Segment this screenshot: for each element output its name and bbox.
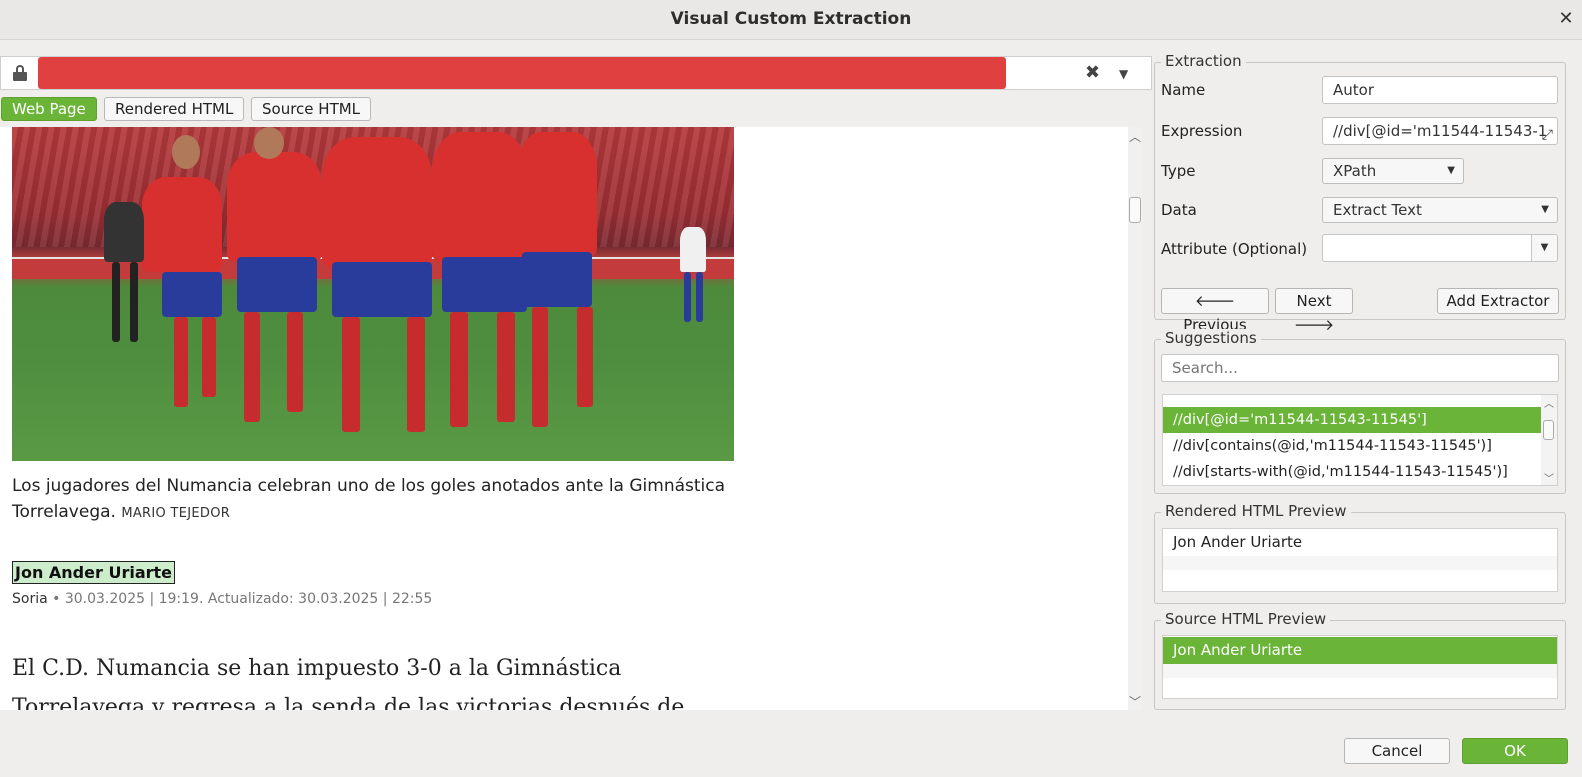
name-label: Name <box>1161 81 1206 99</box>
suggestion-item[interactable]: //div[@id='m11544-11543-11545'] <box>1163 407 1541 433</box>
chevron-down-icon: ▼ <box>1541 204 1549 215</box>
source-preview-legend: Source HTML Preview <box>1161 610 1331 628</box>
attribute-combo[interactable]: ▼ <box>1322 234 1558 262</box>
chevron-down-icon: ▼ <box>1447 165 1455 176</box>
next-button[interactable]: Next 🡒 <box>1275 288 1353 334</box>
data-select[interactable]: Extract Text ▼ <box>1322 197 1558 223</box>
meta-city: Soria <box>12 591 48 607</box>
window-titlebar: Visual Custom Extraction ✕ <box>0 0 1582 40</box>
type-value: XPath <box>1333 162 1377 180</box>
expand-icon[interactable]: ⤢ <box>1542 122 1553 144</box>
window-title: Visual Custom Extraction <box>670 9 912 29</box>
scroll-thumb[interactable] <box>1543 420 1554 440</box>
scroll-down-icon[interactable]: ﹀ <box>1129 693 1141 710</box>
web-view-scrollbar[interactable]: ︿ ﹀ <box>1128 127 1142 710</box>
attribute-label: Attribute (Optional) <box>1161 240 1308 258</box>
suggestions-search-input[interactable] <box>1161 354 1559 382</box>
url-redacted[interactable] <box>38 57 1006 89</box>
source-preview-line[interactable]: Jon Ander Uriarte <box>1163 637 1557 664</box>
suggestion-item[interactable]: //div[contains(@id,'m11544-11543-11545')… <box>1163 433 1541 459</box>
clear-icon[interactable]: ✖ <box>1085 62 1100 84</box>
caption-credit: MARIO TEJEDOR <box>121 506 231 521</box>
arrow-right-icon: 🡒 <box>1293 316 1335 334</box>
data-label: Data <box>1161 201 1197 219</box>
article-body: El C.D. Numancia se han impuesto 3-0 a l… <box>12 656 685 710</box>
close-icon[interactable]: ✕ <box>1556 0 1576 38</box>
previous-button[interactable]: 🡐 Previous <box>1161 288 1269 334</box>
rendered-preview-box: Jon Ander Uriarte <box>1162 528 1558 592</box>
type-select[interactable]: XPath ▼ <box>1322 158 1464 184</box>
type-label: Type <box>1161 162 1196 180</box>
tab-rendered-html[interactable]: Rendered HTML <box>104 97 245 121</box>
rendered-preview-text: Jon Ander Uriarte <box>1173 533 1303 551</box>
chevron-down-icon[interactable]: ▼ <box>1531 235 1557 261</box>
source-preview-box[interactable]: Jon Ander Uriarte <box>1162 635 1558 699</box>
tab-web-page[interactable]: Web Page <box>1 97 97 121</box>
data-value: Extract Text <box>1333 201 1422 219</box>
tab-source-html[interactable]: Source HTML <box>251 97 372 121</box>
lock-icon <box>13 65 27 81</box>
caption-text: Los jugadores del Numancia celebran uno … <box>12 476 726 522</box>
article-meta: Soria • 30.03.2025 | 19:19. Actualizado:… <box>12 591 432 607</box>
article-author[interactable]: Jon Ander Uriarte <box>12 561 175 584</box>
add-extractor-button[interactable]: Add Extractor <box>1437 288 1559 314</box>
name-field[interactable]: Autor <box>1322 76 1558 104</box>
rendered-preview-legend: Rendered HTML Preview <box>1161 502 1351 520</box>
scroll-up-icon[interactable]: ︿ <box>1544 395 1554 410</box>
chevron-down-icon[interactable]: ▼ <box>1119 64 1128 84</box>
extraction-legend: Extraction <box>1161 52 1246 70</box>
scroll-thumb[interactable] <box>1129 197 1141 223</box>
suggestions-list[interactable]: //div[@id='m11544-11543-11545'] //div[co… <box>1162 394 1558 486</box>
photo-caption: Los jugadores del Numancia celebran uno … <box>12 473 732 527</box>
cancel-button[interactable]: Cancel <box>1344 738 1450 764</box>
meta-dates: • 30.03.2025 | 19:19. Actualizado: 30.03… <box>47 591 433 607</box>
expression-value: //div[@id='m11544-11543-1 <box>1333 122 1548 140</box>
article-photo <box>12 127 734 461</box>
suggestions-scrollbar[interactable]: ︿ ﹀ <box>1541 395 1557 485</box>
expression-label: Expression <box>1161 122 1243 140</box>
arrow-left-icon: 🡐 <box>1194 292 1236 310</box>
next-label: Next <box>1296 292 1332 310</box>
scroll-down-icon[interactable]: ﹀ <box>1544 470 1554 485</box>
suggestion-item[interactable]: //div[starts-with(@id,'m11544-11543-1154… <box>1163 459 1541 485</box>
web-page-view[interactable]: Los jugadores del Numancia celebran uno … <box>0 127 1130 710</box>
suggestions-legend: Suggestions <box>1161 329 1261 347</box>
expression-field[interactable]: //div[@id='m11544-11543-1 ⤢ <box>1322 117 1558 145</box>
ok-button[interactable]: OK <box>1462 738 1568 764</box>
url-bar[interactable]: ✖ ▼ <box>0 56 1152 90</box>
scroll-up-icon[interactable]: ︿ <box>1129 128 1141 145</box>
